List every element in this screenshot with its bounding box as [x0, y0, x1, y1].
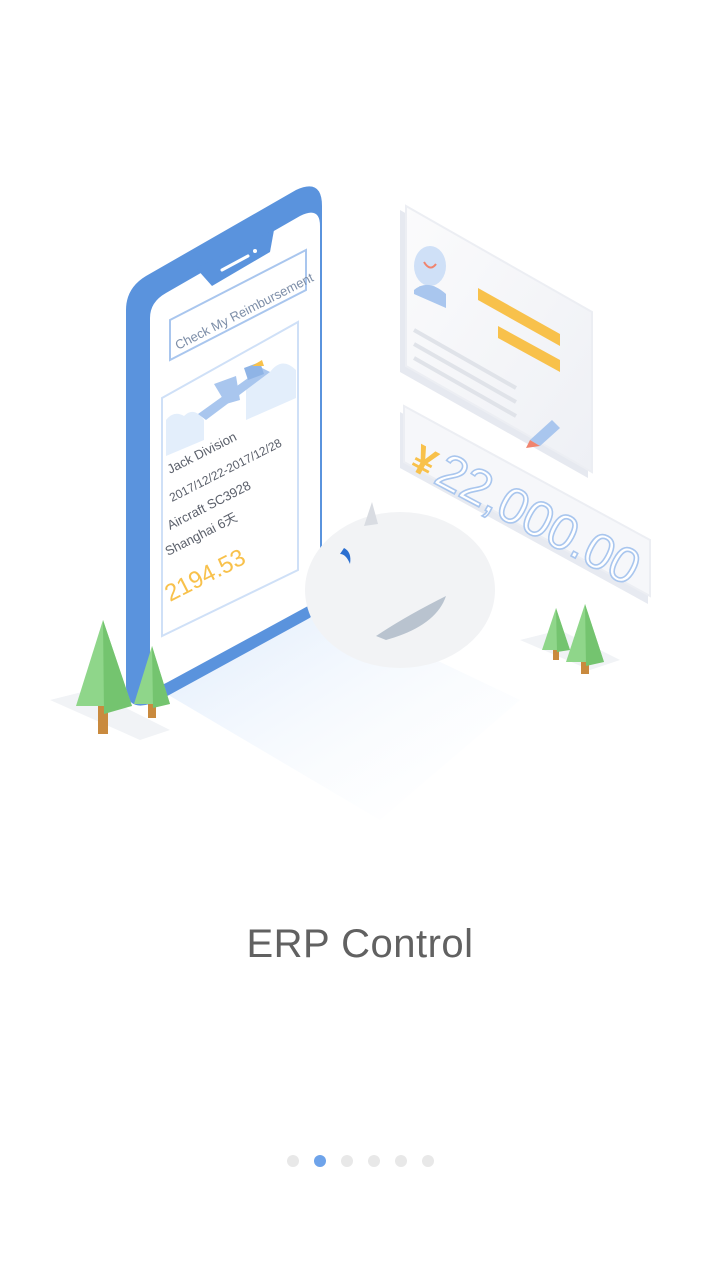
page-dot-5[interactable] — [394, 1155, 407, 1167]
onboarding-headline: ERP Control — [246, 922, 474, 966]
page-dot-2[interactable] — [313, 1155, 326, 1167]
onboarding-screen: ¥ 22,000.00 Check My Reimbursement Jack … — [0, 0, 720, 1280]
hero-illustration: ¥ 22,000.00 Check My Reimbursement Jack … — [0, 0, 720, 860]
page-dot-1[interactable] — [286, 1155, 299, 1167]
page-dot-4[interactable] — [367, 1155, 380, 1167]
page-dot-6[interactable] — [421, 1155, 434, 1167]
chat-bubble — [305, 502, 495, 668]
page-indicator — [0, 1154, 720, 1168]
page-dot-3[interactable] — [340, 1155, 353, 1167]
